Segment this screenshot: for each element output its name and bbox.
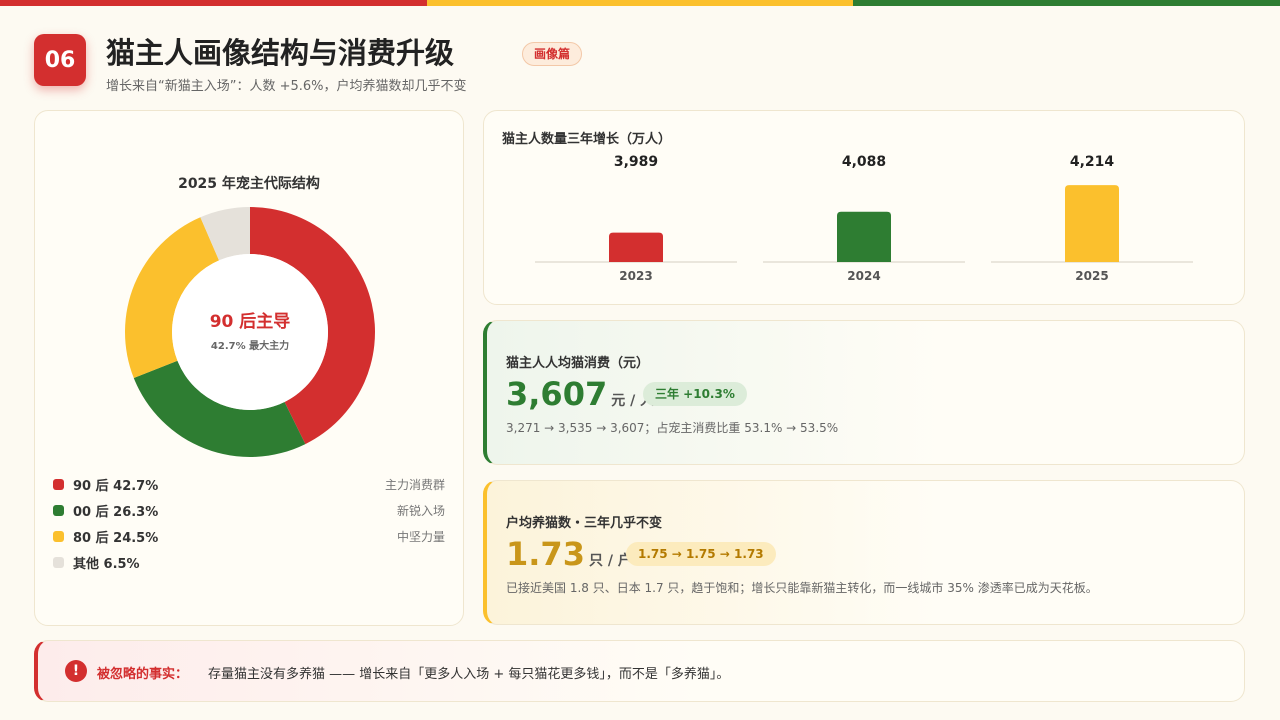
cats-note: 已接近美国 1.8 只、日本 1.7 只，趋于饱和；增长只能靠新猫主转化，而一线…	[506, 581, 1098, 595]
bar-chart: 3,989 2023 4,088 2024 4,214 2025	[535, 154, 1193, 283]
stripe-green	[853, 0, 1280, 6]
per-capita-spend-card: 猫主人人均猫消费（元） 3,607 元 / 人 三年 +10.3% 3,271 →…	[483, 320, 1245, 465]
cats-value: 1.73	[506, 535, 585, 573]
legend-label: 00 后 26.3%	[73, 504, 159, 520]
footer-callout: ! 被忽略的事实： 存量猫主没有多养猫 —— 增长来自「更多人入场 + 每只猫花…	[34, 640, 1245, 702]
cats-value-line: 1.73 只 / 户	[506, 535, 632, 573]
spend-value-line: 3,607 元 / 人	[506, 375, 654, 413]
donut-center-title: 90 后主导	[210, 311, 291, 332]
stripe-yellow	[426, 0, 854, 6]
spend-label: 猫主人人均猫消费（元）	[506, 356, 650, 371]
donut-center-subtitle: 42.7% 最大主力	[211, 339, 289, 352]
donut-hole	[172, 254, 328, 410]
donut-legend: 90 后 42.7% 主力消费群 00 后 26.3% 新锐入场 80 后 24…	[53, 471, 445, 575]
page-title: 猫主人画像结构与消费升级	[106, 36, 455, 70]
cat-owner-growth-card: 猫主人数量三年增长（万人） 3,989 2023 4,088 2024 4,214 202…	[483, 110, 1245, 305]
donut-chart-title: 2025 年宠主代际结构	[178, 176, 320, 192]
legend-swatch	[53, 556, 64, 568]
bar-2024	[837, 211, 891, 262]
cats-trend-badge: 1.75 → 1.75 → 1.73	[626, 542, 776, 566]
bar-category-label: 2025	[1075, 269, 1108, 283]
legend-label: 80 后 24.5%	[73, 530, 159, 546]
generation-structure-card: 2025 年宠主代际结构 90 后主导 42.7% 最大主力 90 后 42.7…	[34, 110, 464, 626]
legend-swatch	[53, 478, 64, 490]
stripe-red	[0, 0, 427, 6]
legend-swatch	[53, 504, 64, 516]
alert-icon: !	[65, 660, 87, 682]
cats-per-household-card: 户均养猫数・三年几乎不变 1.73 只 / 户 1.75 → 1.75 → 1.7…	[483, 480, 1245, 625]
bar-category-label: 2023	[619, 269, 652, 283]
legend-item: 00 后 26.3% 新锐入场	[53, 497, 445, 523]
footer-label: 被忽略的事实：	[97, 667, 189, 682]
bar-value-label: 4,088	[842, 154, 886, 170]
legend-label: 90 后 42.7%	[73, 478, 159, 494]
legend-item: 其他 6.5%	[53, 549, 445, 575]
page-subtitle: 增长来自“新猫主入场”：人数 +5.6%，户均养猫数却几乎不变	[106, 79, 467, 94]
bar-2025	[1065, 185, 1119, 262]
top-color-stripe	[0, 0, 1280, 6]
section-tag: 画像篇	[522, 42, 583, 66]
legend-swatch	[53, 530, 64, 542]
spend-growth-badge: 三年 +10.3%	[643, 382, 747, 406]
cats-label: 户均养猫数・三年几乎不变	[506, 516, 663, 531]
legend-note: 主力消费群	[384, 477, 445, 492]
page-header: 06 猫主人画像结构与消费升级 画像篇 增长来自“新猫主入场”：人数 +5.6%…	[34, 26, 1234, 96]
page-number-badge: 06	[34, 34, 86, 86]
bar-value-label: 4,214	[1070, 154, 1115, 170]
spend-note: 3,271 → 3,535 → 3,607；占宠主消费比重 53.1% → 53…	[506, 421, 839, 435]
legend-item: 90 后 42.7% 主力消费群	[53, 471, 445, 497]
legend-label: 其他 6.5%	[73, 556, 140, 572]
donut-chart: 90 后主导 42.7% 最大主力	[124, 207, 375, 457]
legend-note: 新锐入场	[396, 503, 445, 518]
footer-text: 存量猫主没有多养猫 —— 增长来自「更多人入场 + 每只猫花更多钱」，而不是「多…	[208, 667, 730, 682]
legend-note: 中坚力量	[396, 529, 445, 544]
bar-value-label: 3,989	[614, 154, 658, 170]
bar-category-label: 2024	[847, 269, 880, 283]
spend-value: 3,607	[506, 375, 608, 413]
legend-item: 80 后 24.5% 中坚力量	[53, 523, 445, 549]
bar-2023	[609, 232, 663, 262]
